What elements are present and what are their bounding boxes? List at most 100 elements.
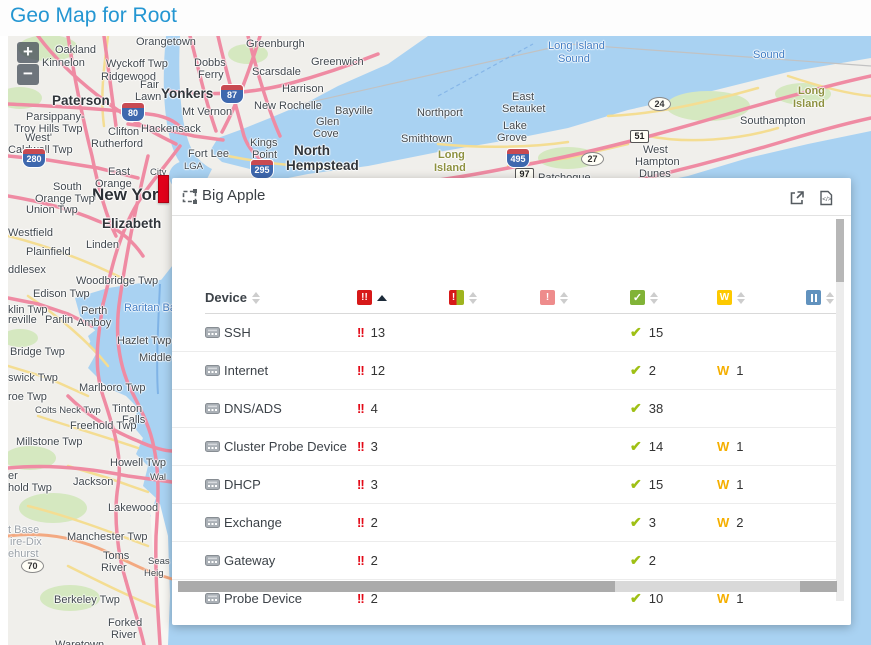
status-count-down: !!2 [357,504,378,541]
map-label: Waretown [55,639,104,645]
popup-content: Device!!!!✓WSSH!!13✔15Internet!!12✔2W1DN… [172,216,851,625]
device-link[interactable]: DNS/ADS [205,390,282,427]
horizontal-scrollbar-thumb[interactable] [178,581,615,592]
route-shield: 87 [220,84,244,104]
up-glyph-icon: ✔ [630,590,642,607]
map-label: Kings [250,137,278,149]
column-header-status-paused[interactable] [806,290,834,305]
sort-arrows-icon [560,292,568,304]
table-row: Gateway!!2✔2 [172,542,837,580]
svg-text:</>: </> [822,196,832,203]
map-label: Marlboro Twp [79,382,145,394]
map-label: Hazlet Twp [117,335,171,347]
map-label: Parsippany- [26,111,85,123]
vertical-scrollbar-thumb[interactable] [836,219,844,282]
map-label: West' [25,132,52,144]
map-label: Long [438,149,465,161]
column-header-status-up[interactable]: ✓ [630,290,658,305]
map-label: Woodbridge Twp [76,275,158,287]
map-label: Fair [140,79,159,91]
map-label: Wal [150,472,166,483]
warning-glyph-icon: W [717,439,729,454]
map-zoom-in-button[interactable]: + [17,42,39,63]
up-glyph-icon: ✔ [630,552,642,569]
map-label: Harrison [282,83,324,95]
column-header-status-down-acknowledged[interactable]: ! [540,290,568,305]
down-glyph-icon: !! [357,325,364,340]
up-glyph-icon: ✔ [630,362,642,379]
map-label: hold Twp [8,482,52,494]
device-icon [205,441,220,452]
status-count-up: ✔2 [630,352,656,389]
map-label: Seas [148,556,170,567]
table-row: Exchange!!2✔3W2 [172,504,837,542]
map-label: ire-Dix [10,536,42,548]
sort-arrows-icon [377,295,387,301]
sort-arrows-icon [650,292,658,304]
column-header-device[interactable]: Device [205,290,260,305]
column-header-status-warning[interactable]: W [717,290,745,305]
map-label: Setauket [502,103,545,115]
map-label: Forked [108,617,142,629]
map-zoom-out-button[interactable]: − [17,64,39,85]
map-label: Middle [139,352,171,364]
route-shield: 280 [22,148,46,168]
down-glyph-icon: !! [357,591,364,606]
map-label: Smithtown [401,133,452,145]
status-count-down: !!2 [357,542,378,579]
map-label: Island [793,98,825,110]
map-label: Paterson [52,93,110,108]
sort-arrows-icon [469,292,477,304]
status-count-down: !!4 [357,390,378,427]
page-title: Geo Map for Root [10,4,177,28]
device-link[interactable]: Cluster Probe Device [205,428,347,465]
status-count-down: !!13 [357,314,385,351]
map-label: Cove [313,128,339,140]
map-label: Millstone Twp [16,436,82,448]
map-label: Heig [144,568,164,579]
map-label: Long [798,85,825,97]
column-header-status-down[interactable]: !! [357,290,387,305]
map-label: West [643,144,668,156]
device-link[interactable]: Exchange [205,504,282,541]
map-label: South [53,181,82,193]
map-label: Plainfield [26,246,71,258]
map-label: Perth [81,305,107,317]
table-header-row: Device!!!! ✓ W [172,286,837,314]
down-glyph-icon: !! [357,363,364,378]
status-count-warning: W2 [717,504,744,541]
warning-glyph-icon: W [717,515,729,530]
map-label: North [294,143,330,158]
status-count-down: !!3 [357,466,378,503]
horizontal-scrollbar-corner [800,581,837,592]
map-label: Scarsdale [252,66,301,78]
route-shield: 27 [581,152,604,166]
status-down-acknowledged-icon: ! [540,290,555,305]
up-glyph-icon: ✔ [630,514,642,531]
vertical-scrollbar[interactable] [836,219,844,601]
table-row: DHCP!!3✔15W1 [172,466,837,504]
geo-map-popup: Big Apple </> Device!!!!✓WSSH!!13✔15Inte… [172,178,851,625]
map-label: Toms [103,550,129,562]
map-label: Bayville [335,105,373,117]
map-label: Howell Twp [110,457,166,469]
map-label: t Base [8,524,39,536]
device-link[interactable]: Internet [205,352,268,389]
column-header-status-down-partial[interactable]: ! [449,290,477,305]
geo-map-marker-down[interactable] [158,175,169,203]
down-glyph-icon: !! [357,477,364,492]
device-link[interactable]: DHCP [205,466,261,503]
sort-arrows-icon [737,292,745,304]
html-object-icon[interactable]: </> [818,190,834,206]
map-label: Hampton [635,156,680,168]
device-link[interactable]: Gateway [205,542,275,579]
device-link[interactable]: SSH [205,314,251,351]
map-label: East [512,91,534,103]
warning-glyph-icon: W [717,477,729,492]
open-external-icon[interactable] [789,190,805,206]
map-label: Edison Twp [33,288,90,300]
map-label: Yonkers [161,86,213,101]
map-label: swick Twp [8,372,58,384]
horizontal-scrollbar[interactable] [178,581,837,592]
map-label: Island [434,162,466,174]
